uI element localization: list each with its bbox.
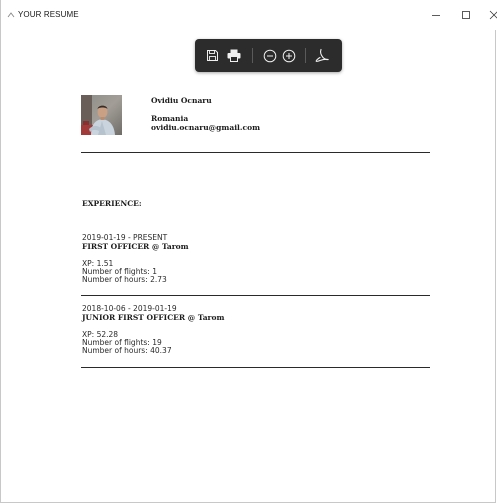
close-button[interactable] [479,0,497,30]
maximize-icon [462,11,470,19]
minimize-button[interactable] [421,0,451,30]
entry-stats: XP: 1.51 Number of flights: 1 Number of … [82,260,422,284]
entry-dates: 2019-01-19 - PRESENT [82,233,168,242]
pdf-icon [315,48,329,62]
maximize-button[interactable] [451,0,481,30]
save-icon [207,50,218,61]
window-title: YOUR RESUME [18,10,79,19]
experience-heading: EXPERIENCE: [82,199,142,208]
entry-dates: 2018-10-06 - 2019-01-19 [82,304,177,313]
entry-role: FIRST OFFICER @ Tarom [82,242,189,251]
zoom-out-icon [263,49,276,62]
experience-entry: 2019-01-19 - PRESENT FIRST OFFICER @ Tar… [82,234,422,284]
entry-divider [81,367,430,368]
profile-country: Romania [151,114,189,123]
profile-name: Ovidiu Ocnaru [151,96,212,105]
entry-divider [81,295,430,296]
zoom-in-button[interactable] [280,47,297,64]
experience-entry: 2018-10-06 - 2019-01-19 JUNIOR FIRST OFF… [82,305,422,355]
document-toolbar [195,39,342,72]
minimize-icon [432,15,440,16]
save-button[interactable] [204,47,221,64]
entry-hours: Number of hours: 2.73 [82,275,167,284]
title-bar[interactable]: YOUR RESUME [1,0,497,30]
entry-stats: XP: 52.28 Number of flights: 19 Number o… [82,331,422,355]
app-icon [7,12,15,18]
resume-window: YOUR RESUME Ovidiu Ocnaru Romania ovidiu… [0,0,497,503]
header-divider [81,152,430,153]
zoom-out-button[interactable] [261,47,278,64]
profile-photo [81,95,122,135]
print-icon [227,49,240,62]
profile-email: ovidiu.ocnaru@gmail.com [151,123,261,132]
zoom-in-icon [282,49,295,62]
print-button[interactable] [225,47,242,64]
toolbar-separator [305,48,306,63]
close-icon [489,10,497,20]
pdf-button[interactable] [314,47,331,64]
entry-role: JUNIOR FIRST OFFICER @ Tarom [82,313,225,322]
toolbar-separator [252,48,253,63]
entry-hours: Number of hours: 40.37 [82,346,172,355]
avatar [81,95,122,135]
